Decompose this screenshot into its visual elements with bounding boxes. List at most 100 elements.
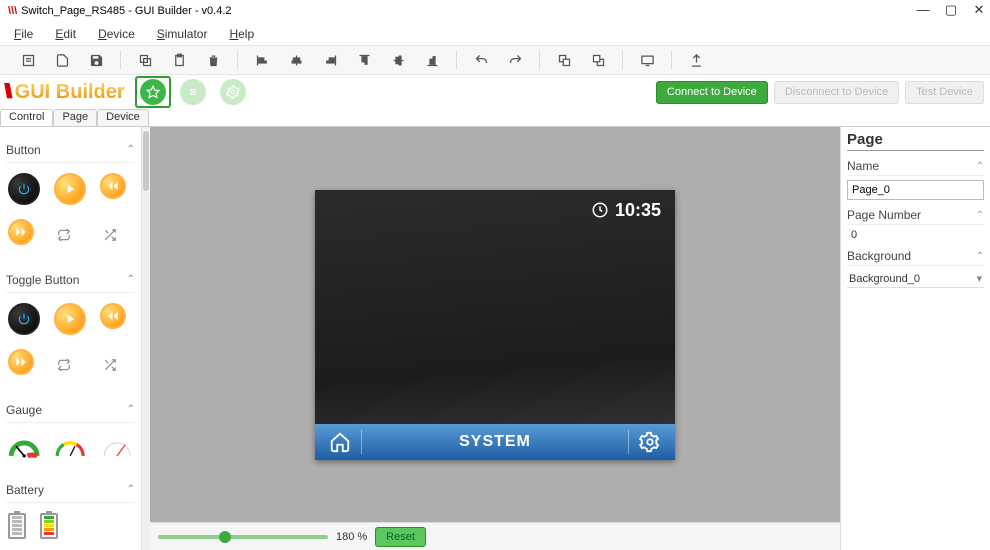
- copy-icon[interactable]: [131, 48, 159, 72]
- mode-design-button[interactable]: [135, 76, 171, 108]
- new-file-icon[interactable]: [14, 48, 42, 72]
- properties-header: Page: [847, 131, 984, 151]
- menu-simulator[interactable]: Simulator: [157, 27, 208, 41]
- section-button[interactable]: Button ⌃: [6, 137, 135, 163]
- align-center-v-icon[interactable]: [384, 48, 412, 72]
- zoom-bar: 180 % Reset: [150, 522, 840, 550]
- redo-icon[interactable]: [501, 48, 529, 72]
- control-rewind-button[interactable]: [100, 173, 126, 199]
- sidebar-tabs: Control Page Device: [0, 109, 990, 127]
- menu-file[interactable]: File: [14, 27, 33, 41]
- control-play-button[interactable]: [54, 173, 86, 205]
- control-toggle-play[interactable]: [54, 303, 86, 335]
- menu-edit[interactable]: Edit: [55, 27, 76, 41]
- zoom-percent: 180 %: [336, 531, 367, 543]
- prop-name-input[interactable]: [847, 180, 984, 200]
- toolbar: [0, 45, 990, 75]
- menu-help[interactable]: Help: [229, 27, 254, 41]
- section-gauge[interactable]: Gauge ⌃: [6, 397, 135, 423]
- prop-pagenum-label: Page Number: [847, 208, 921, 222]
- battery-plain-icon[interactable]: [8, 513, 26, 539]
- properties-panel: Page Name⌃ Page Number⌃ 0 Background⌃ Ba…: [840, 127, 990, 550]
- preview-footer-label: SYSTEM: [459, 433, 531, 451]
- control-repeat-button[interactable]: [48, 219, 80, 251]
- align-top-icon[interactable]: [350, 48, 378, 72]
- sidebar-tab-control[interactable]: Control: [0, 109, 53, 126]
- section-battery[interactable]: Battery ⌃: [6, 477, 135, 503]
- sidebar: Button ⌃ Toggle Button⌃ Gauge ⌃: [0, 127, 142, 550]
- screen-icon[interactable]: [633, 48, 661, 72]
- mode-list-button[interactable]: [175, 76, 211, 108]
- chevron-up-icon: ⌃: [127, 404, 135, 415]
- control-forward-button[interactable]: [8, 219, 34, 245]
- preview-footer: SYSTEM: [315, 424, 675, 460]
- maximize-button[interactable]: ▢: [944, 2, 958, 18]
- sidebar-scrollbar[interactable]: [142, 127, 150, 550]
- save-icon[interactable]: [82, 48, 110, 72]
- dropdown-icon: ▾: [976, 272, 982, 285]
- align-center-h-icon[interactable]: [282, 48, 310, 72]
- device-preview[interactable]: 10:35 SYSTEM: [315, 190, 675, 460]
- control-toggle-rewind[interactable]: [100, 303, 126, 329]
- prop-pagenum-value: 0: [847, 229, 984, 241]
- menu-device[interactable]: Device: [98, 27, 135, 41]
- zoom-slider[interactable]: [158, 535, 328, 539]
- chevron-up-icon: ⌃: [976, 210, 984, 221]
- home-icon[interactable]: [329, 431, 351, 453]
- prop-background-row[interactable]: Background⌃: [847, 249, 984, 266]
- battery-color-icon[interactable]: [40, 513, 58, 539]
- window-title: Switch_Page_RS485 - GUI Builder - v0.4.2: [21, 5, 231, 17]
- section-toggle[interactable]: Toggle Button⌃: [6, 267, 135, 293]
- chevron-up-icon: ⌃: [127, 484, 135, 495]
- undo-icon[interactable]: [467, 48, 495, 72]
- menu-bar: File Edit Device Simulator Help: [0, 22, 990, 45]
- clock-icon: [591, 201, 609, 219]
- zoom-reset-button[interactable]: Reset: [375, 527, 426, 547]
- brand-text: GUI Builder: [15, 81, 125, 104]
- minimize-button[interactable]: —: [916, 2, 930, 18]
- control-power-button[interactable]: [8, 173, 40, 205]
- chevron-up-icon: ⌃: [127, 274, 135, 285]
- upload-icon[interactable]: [682, 48, 710, 72]
- control-toggle-forward[interactable]: [8, 349, 34, 375]
- open-file-icon[interactable]: [48, 48, 76, 72]
- chevron-up-icon: ⌃: [127, 144, 135, 155]
- prop-pagenum-row[interactable]: Page Number ⌃: [847, 208, 984, 225]
- close-button[interactable]: ✕: [972, 2, 986, 18]
- control-toggle-repeat[interactable]: [48, 349, 80, 381]
- prop-name-row[interactable]: Name⌃: [847, 159, 984, 176]
- app-logo-icon: \\\: [8, 5, 17, 17]
- prop-background-label: Background: [847, 249, 911, 263]
- paste-icon[interactable]: [165, 48, 193, 72]
- section-gauge-label: Gauge: [6, 403, 42, 417]
- gauge-needle-icon[interactable]: [101, 433, 133, 461]
- align-right-icon[interactable]: [316, 48, 344, 72]
- sidebar-tab-page[interactable]: Page: [53, 109, 97, 126]
- gauge-segmented-icon[interactable]: [54, 433, 86, 461]
- connect-device-button[interactable]: Connect to Device: [656, 81, 768, 104]
- chevron-up-icon: ⌃: [976, 161, 984, 172]
- prop-background-value: Background_0: [849, 273, 920, 285]
- align-bottom-icon[interactable]: [418, 48, 446, 72]
- delete-icon[interactable]: [199, 48, 227, 72]
- sidebar-tab-device[interactable]: Device: [97, 109, 149, 126]
- control-shuffle-button[interactable]: [94, 219, 126, 251]
- section-battery-label: Battery: [6, 483, 44, 497]
- brand-logo-icon: \\\: [4, 81, 9, 104]
- control-toggle-shuffle[interactable]: [94, 349, 126, 381]
- bring-front-icon[interactable]: [550, 48, 578, 72]
- disconnect-device-button[interactable]: Disconnect to Device: [774, 81, 899, 104]
- mode-settings-button[interactable]: [215, 76, 251, 108]
- gear-icon[interactable]: [639, 431, 661, 453]
- test-device-button[interactable]: Test Device: [905, 81, 984, 104]
- gauge-solid-icon[interactable]: [8, 433, 40, 461]
- align-left-icon[interactable]: [248, 48, 276, 72]
- ribbon: \\\ GUI Builder Connect to Device Discon…: [0, 75, 990, 109]
- section-button-label: Button: [6, 143, 41, 157]
- preview-clock: 10:35: [591, 200, 661, 221]
- prop-background-select[interactable]: Background_0 ▾: [847, 270, 984, 288]
- brand: \\\ GUI Builder: [4, 81, 125, 104]
- preview-time: 10:35: [615, 200, 661, 221]
- control-toggle-power[interactable]: [8, 303, 40, 335]
- send-back-icon[interactable]: [584, 48, 612, 72]
